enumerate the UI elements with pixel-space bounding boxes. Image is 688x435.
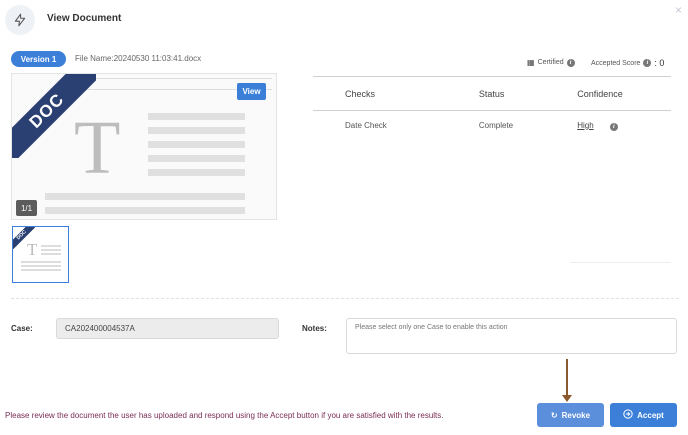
revoke-label: Revoke (561, 410, 591, 420)
info-icon[interactable]: i (566, 58, 575, 67)
text-line (148, 113, 245, 120)
file-name-label: File Name: (75, 54, 114, 63)
thumb-type-glyph: T (27, 240, 38, 259)
accepted-score: Accepted Score i : 0 (591, 58, 664, 68)
confidence-cell: High i (567, 111, 671, 141)
close-icon[interactable]: × (675, 3, 682, 17)
document-type-glyph: T (74, 106, 121, 190)
document-preview[interactable]: DOC T View 1/1 (11, 73, 277, 220)
column-header-status: Status (450, 76, 568, 111)
arrow-circle-icon (623, 409, 633, 421)
thumb-line (41, 249, 61, 251)
footer-message: Please review the document the user has … (5, 411, 444, 420)
case-label: Case: (11, 324, 33, 333)
info-icon[interactable]: i (609, 122, 618, 131)
text-line (45, 193, 245, 200)
accept-label: Accept (637, 410, 664, 420)
certified-indicator: ▦ Certified i (527, 58, 575, 67)
thumb-line (41, 245, 61, 247)
text-line (45, 207, 245, 214)
certified-label: Certified (537, 59, 564, 66)
table-row: Date Check Complete High i (313, 111, 671, 141)
file-name-value: 20240530 11:03:41.docx (113, 54, 202, 63)
case-field[interactable]: CA202400004537A (56, 318, 279, 339)
check-name: Date Check (345, 121, 387, 131)
annotation-arrow-head (562, 395, 572, 402)
thumb-line (41, 253, 61, 255)
lightning-icon (5, 5, 35, 35)
text-line (148, 169, 245, 176)
revoke-button[interactable]: ↻ Revoke (537, 403, 604, 427)
notes-field[interactable] (346, 318, 677, 354)
check-status: Complete (478, 121, 514, 131)
view-button[interactable]: View (237, 83, 266, 100)
checks-table: Checks Status Confidence Date Check Comp… (313, 76, 671, 141)
info-icon[interactable]: i (643, 59, 652, 67)
notes-label: Notes: (302, 324, 327, 333)
file-name: File Name:20240530 11:03:41.docx (75, 54, 201, 63)
accepted-score-value: : 0 (654, 58, 665, 68)
accepted-score-label: Accepted Score (591, 59, 641, 67)
confidence-link[interactable]: High (577, 121, 593, 130)
section-divider (11, 298, 679, 299)
certificate-icon: ▦ (527, 58, 535, 67)
thumb-line (21, 265, 61, 267)
thumb-line (21, 261, 61, 263)
table-divider (570, 262, 671, 263)
document-thumbnail[interactable]: DOC T (12, 226, 69, 283)
annotation-arrow (566, 359, 568, 397)
text-line (148, 155, 245, 162)
accept-button[interactable]: Accept (610, 403, 677, 427)
column-header-checks: Checks (313, 76, 451, 111)
text-line (148, 141, 245, 148)
thumb-line (21, 269, 61, 271)
column-header-confidence: Confidence (567, 76, 671, 111)
refresh-icon: ↻ (550, 410, 558, 420)
page-title: View Document (47, 13, 122, 24)
page-counter: 1/1 (16, 200, 37, 216)
text-line (148, 127, 245, 134)
table-header-row: Checks Status Confidence (313, 76, 671, 111)
version-tab[interactable]: Version 1 (11, 51, 66, 67)
